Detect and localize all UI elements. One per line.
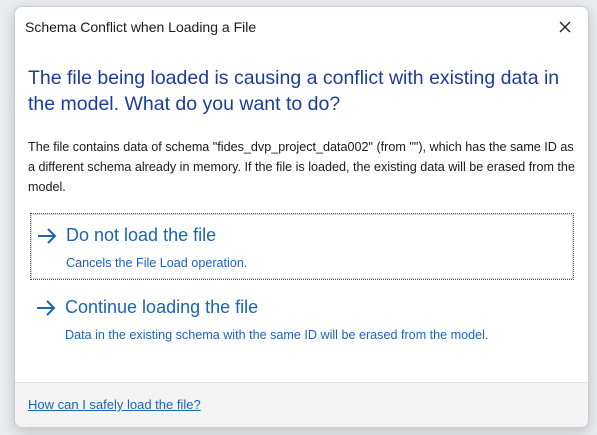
command-link-do-not-load[interactable]: Do not load the file Cancels the File Lo…	[30, 213, 574, 280]
content-text: The file contains data of schema "fides_…	[28, 140, 575, 194]
command-link-description: Data in the existing schema with the sam…	[65, 328, 489, 342]
command-link-title: Do not load the file	[66, 225, 217, 245]
arrow-right-icon	[37, 300, 56, 316]
task-dialog: Schema Conflict when Loading a File The …	[14, 6, 589, 428]
arrow-right-icon	[38, 228, 57, 244]
main-instruction: The file being loaded is causing a confl…	[28, 67, 560, 115]
close-button[interactable]	[548, 11, 582, 43]
close-icon	[559, 21, 571, 33]
command-link-title: Continue loading the file	[65, 297, 259, 317]
command-link-description: Cancels the File Load operation.	[66, 256, 248, 270]
window-title: Schema Conflict when Loading a File	[25, 19, 257, 35]
command-link-continue-loading[interactable]: Continue loading the file Data in the ex…	[31, 287, 573, 367]
dialog-footer: How can I safely load the file?	[15, 382, 588, 427]
title-bar: Schema Conflict when Loading a File	[15, 7, 588, 47]
help-link[interactable]: How can I safely load the file?	[28, 397, 201, 412]
